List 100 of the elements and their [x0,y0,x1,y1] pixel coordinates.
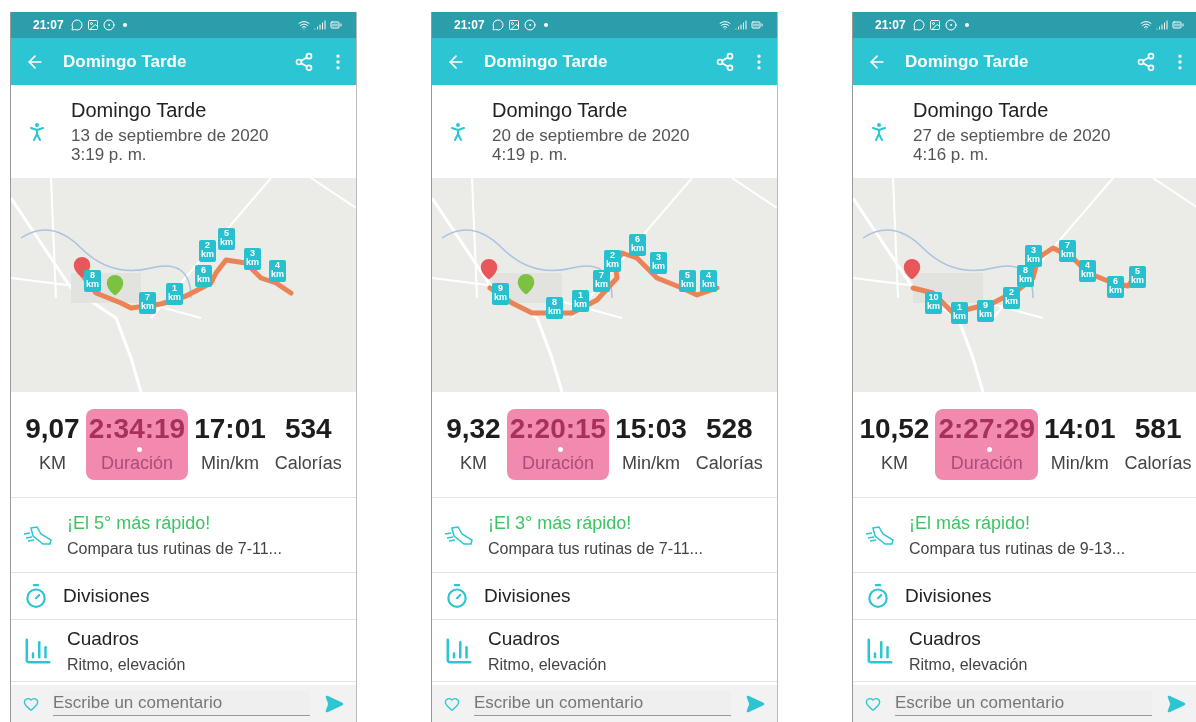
comment-bar[interactable]: Escribe un comentario [11,685,356,722]
dot-icon [543,23,548,27]
stat[interactable]: 17:01 Min/km [191,409,269,480]
stat[interactable]: 9,32 KM [443,409,504,480]
stat-label: Duración [950,453,1023,474]
menu-row[interactable]: Cuadros Ritmo, elevación [432,620,777,682]
row-subtitle: Ritmo, elevación [67,655,186,674]
km-marker: 7 km [139,292,156,314]
stat[interactable]: 10,52 KM [856,409,933,480]
heart-icon[interactable] [444,695,460,712]
row-title: Divisiones [63,585,150,607]
stat-label: Calorías [274,453,342,474]
activity-date: 27 de septiembre de 2020 [913,126,1111,145]
stopwatch-icon [23,583,49,609]
image-icon [86,19,99,31]
running-shoe-icon [444,524,474,546]
km-marker: 6 km [629,234,646,256]
app-title: Domingo Tarde [905,51,1030,72]
stat-value: 528 [705,413,753,445]
activity-time: 4:19 p. m. [492,145,569,164]
stat-value: 15:03 [615,413,687,445]
stat-value: 2:20:15 [509,413,607,445]
menu-row[interactable]: Cuadros Ritmo, elevación [853,620,1196,682]
stat-value: 2:27:29 [938,413,1035,445]
wifi-icon [719,19,731,31]
chat-icon [912,19,925,31]
comment-bar[interactable]: Escribe un comentario [432,685,777,722]
signal-icon [314,19,326,31]
km-marker: 7 km [593,270,610,292]
stat[interactable]: 528 Calorías [692,409,766,480]
status-time: 21:07 [875,18,906,32]
stat[interactable]: 534 Calorías [271,409,345,480]
stat-label: Min/km [1050,453,1109,474]
km-marker: 2 km [604,250,621,272]
stat[interactable]: 9,07 KM [22,409,83,480]
stopwatch-icon [865,583,891,609]
km-marker: 3 km [650,252,667,274]
stat-value: 9,32 [446,413,501,445]
km-marker: 10 km [925,292,942,314]
stat[interactable]: 15:03 Min/km [612,409,690,480]
menu-row[interactable]: Cuadros Ritmo, elevación [11,620,356,682]
row-title: Cuadros [488,627,561,650]
km-marker: 8 km [84,270,101,292]
wifi-icon [298,19,310,31]
battery-icon [751,19,763,31]
stat-label: Duración [100,453,173,474]
ranking-row[interactable]: ¡El más rápido! Compara tus rutinas de 9-13... [853,498,1196,573]
km-marker: 7 km [1059,240,1076,262]
battery-icon [1172,19,1184,31]
row-title: Cuadros [67,627,140,650]
send-icon[interactable] [1166,693,1186,714]
km-marker: 1 km [166,283,183,305]
wifi-icon [1140,19,1152,31]
stat-label: KM [880,453,908,474]
send-icon[interactable] [324,693,344,714]
stat-label: Duración [521,453,594,474]
activity-name: Domingo Tarde [913,99,1050,122]
km-marker: 6 km [1107,276,1124,298]
send-icon[interactable] [745,693,765,714]
app-title: Domingo Tarde [63,51,188,72]
heart-icon[interactable] [23,695,39,712]
ranking-row[interactable]: ¡El 3° más rápido! Compara tus rutinas de 7-11... [432,498,777,573]
stat-value: 14:01 [1043,413,1116,445]
ranking-title: ¡El 5° más rápido! [67,512,212,534]
activity-time: 3:19 p. m. [71,145,148,164]
stat-label: KM [459,453,487,474]
app-title: Domingo Tarde [484,51,609,72]
touch-dot [986,447,992,452]
status-time: 21:07 [33,18,64,32]
menu-row[interactable]: Divisiones [11,573,356,620]
comment-bar[interactable]: Escribe un comentario [853,685,1196,722]
image-icon [928,19,941,31]
stat-label: Min/km [622,453,680,474]
menu-row[interactable]: Divisiones [853,573,1196,620]
km-marker: 2 km [1003,287,1020,309]
menu-row[interactable]: Divisiones [432,573,777,620]
km-marker: 6 km [195,265,212,287]
activity-date: 13 de septiembre de 2020 [71,126,269,145]
stopwatch-icon [444,583,470,609]
stat-value: 17:01 [194,413,266,445]
ranking-row[interactable]: ¡El 5° más rápido! Compara tus rutinas de 7-11... [11,498,356,573]
km-marker: 9 km [492,283,509,305]
row-subtitle: Ritmo, elevación [909,655,1028,674]
stat[interactable]: 581 Calorías [1121,409,1195,480]
dot-icon [122,23,127,27]
heart-icon[interactable] [865,695,881,712]
stat-label: Min/km [201,453,259,474]
activity-name: Domingo Tarde [71,99,208,122]
km-marker: 4 km [700,270,717,292]
row-title: Cuadros [909,627,982,650]
km-marker: 2 km [199,240,216,262]
touch-dot [136,447,142,452]
stat-value: 534 [284,413,332,445]
running-shoe-icon [865,524,895,546]
stat-value: 9,07 [25,413,80,445]
row-title: Divisiones [905,585,992,607]
chat-icon [70,19,83,31]
stat[interactable]: 14:01 Min/km [1040,409,1119,480]
km-marker: 3 km [244,248,261,270]
km-marker: 4 km [1079,260,1096,282]
